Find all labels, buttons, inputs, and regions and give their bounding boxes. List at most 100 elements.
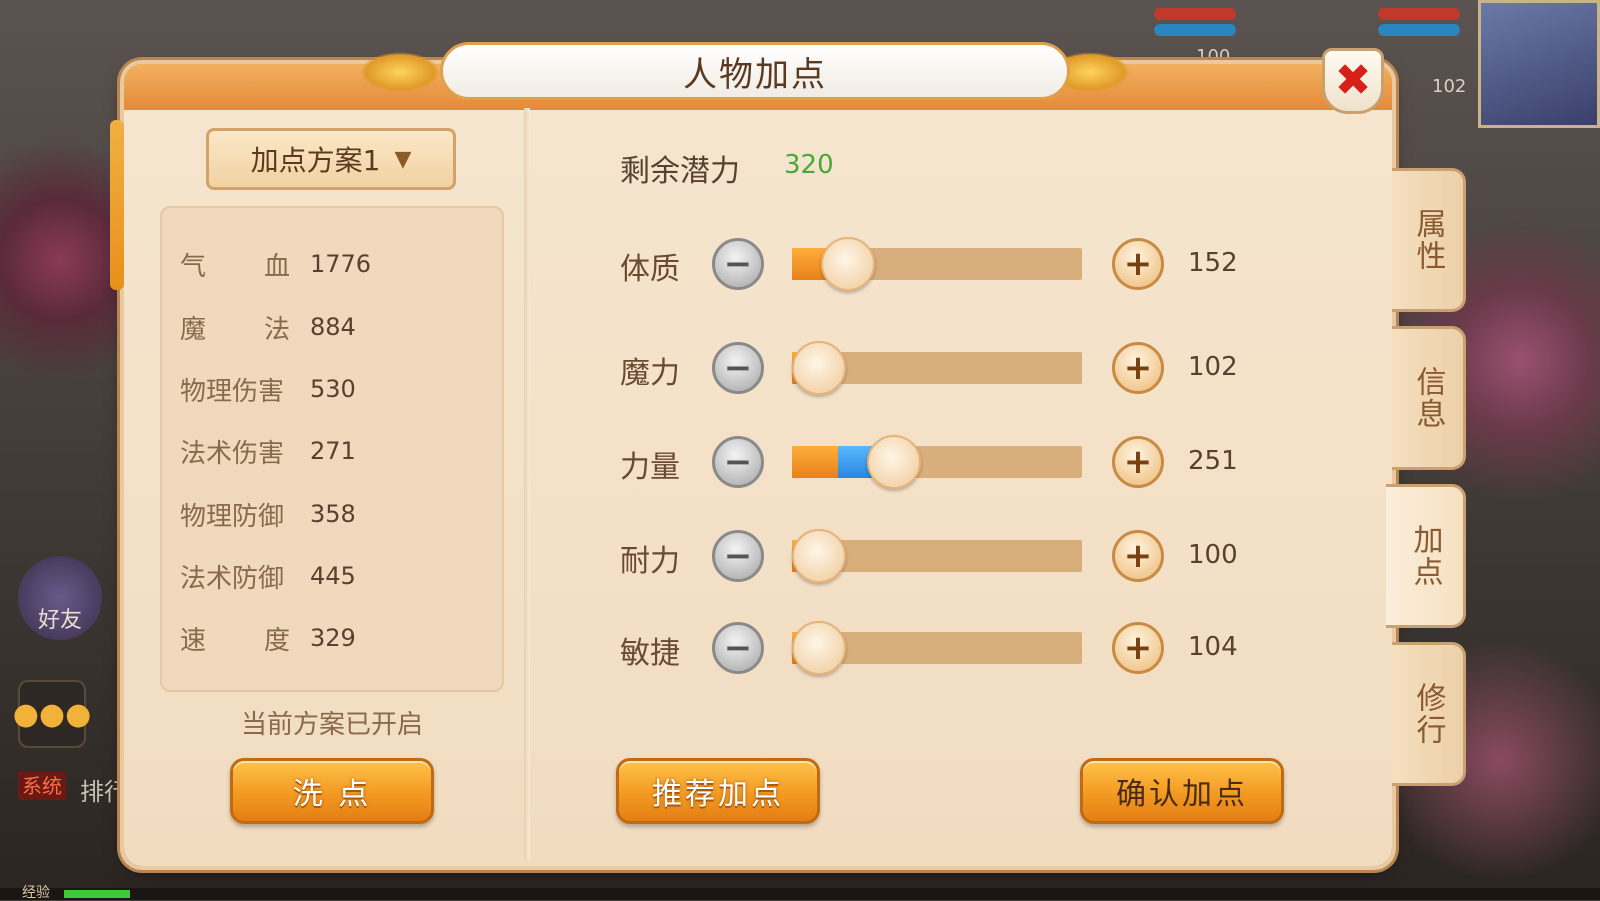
stat-value: 884 [310, 313, 356, 341]
stat-label: 气血 [180, 251, 290, 282]
slider-knob[interactable] [792, 341, 846, 395]
decrease-button[interactable]: − [712, 238, 764, 290]
increase-button[interactable]: + [1112, 530, 1164, 582]
stat-row-magic-defense: 法术防御 445 [180, 558, 356, 594]
decrease-button[interactable]: − [712, 530, 764, 582]
page-title: 人物加点 [683, 54, 827, 95]
decrease-button[interactable]: − [712, 342, 764, 394]
attribute-slider[interactable] [792, 529, 1082, 583]
stat-label: 法术伤害 [180, 438, 285, 469]
friends-button[interactable]: 好友 [18, 556, 102, 640]
tab-label: 属性 [1410, 208, 1446, 272]
decrease-button[interactable]: − [712, 436, 764, 488]
slider-knob[interactable] [792, 529, 846, 583]
tab-add-points[interactable]: 加点 [1386, 484, 1466, 628]
tab-label: 加点 [1407, 524, 1443, 588]
slider-fill-base [792, 446, 838, 478]
stat-row-mp: 魔法 884 [180, 309, 356, 345]
attribute-value: 102 [1188, 352, 1238, 382]
stat-label: 法术防御 [180, 563, 285, 594]
system-channel-tag: 系统 [18, 772, 66, 800]
attribute-label: 力量 [620, 450, 680, 485]
stat-label: 物理伤害 [180, 376, 285, 407]
confirm-points-label: 确认加点 [1116, 777, 1248, 812]
remaining-potential-value: 320 [784, 150, 834, 180]
attribute-slider[interactable] [792, 237, 1082, 291]
chat-button[interactable]: ●●● [13, 680, 91, 748]
chat-bubble-icon: ●●● [12, 696, 92, 732]
attribute-row-strength: 力量 − + 251 [620, 434, 1260, 494]
left-wing-ornament [360, 52, 440, 92]
plus-icon: + [1123, 244, 1153, 284]
mp-bar-left [1154, 24, 1236, 36]
experience-label: 经验 [22, 885, 50, 901]
panel-divider [524, 108, 530, 860]
stat-value: 329 [310, 624, 356, 652]
experience-bar [0, 888, 1600, 900]
stat-value: 358 [310, 500, 356, 528]
recommend-points-label: 推荐加点 [652, 777, 784, 812]
attribute-value: 104 [1188, 632, 1238, 662]
chevron-down-icon: ▼ [394, 146, 412, 172]
attribute-label: 体质 [620, 252, 680, 287]
stat-row-magic-damage: 法术伤害 271 [180, 433, 356, 469]
stat-label: 速度 [180, 625, 290, 656]
slider-knob[interactable] [867, 435, 921, 489]
plus-icon: + [1123, 628, 1153, 668]
mp-bar-right [1378, 24, 1460, 36]
slider-knob[interactable] [792, 621, 846, 675]
minus-icon: − [723, 244, 753, 284]
stat-value: 530 [310, 375, 356, 403]
decrease-button[interactable]: − [712, 622, 764, 674]
friends-label: 好友 [37, 608, 82, 633]
reset-points-label: 洗 点 [292, 777, 372, 812]
increase-button[interactable]: + [1112, 622, 1164, 674]
tassel-decoration [110, 120, 124, 290]
increase-button[interactable]: + [1112, 342, 1164, 394]
plan-dropdown[interactable]: 加点方案1 ▼ [206, 128, 456, 190]
stat-row-physical-defense: 物理防御 358 [180, 496, 356, 532]
recommend-points-button[interactable]: 推荐加点 [616, 758, 820, 824]
tab-label: 信息 [1410, 366, 1446, 430]
tab-info[interactable]: 信息 [1392, 326, 1466, 470]
attribute-value: 100 [1188, 540, 1238, 570]
attribute-row-agility: 敏捷 − + 104 [620, 620, 1260, 680]
close-button[interactable]: ✖ [1322, 48, 1384, 114]
attribute-value: 152 [1188, 248, 1238, 278]
minus-icon: − [723, 628, 753, 668]
minus-icon: − [723, 348, 753, 388]
minus-icon: − [723, 536, 753, 576]
attribute-slider[interactable] [792, 435, 1082, 489]
increase-button[interactable]: + [1112, 238, 1164, 290]
attribute-label: 敏捷 [620, 636, 680, 671]
confirm-points-button[interactable]: 确认加点 [1080, 758, 1284, 824]
title-plate: 人物加点 [440, 42, 1070, 100]
close-icon: ✖ [1334, 55, 1372, 106]
increase-button[interactable]: + [1112, 436, 1164, 488]
stat-label: 物理防御 [180, 501, 285, 532]
attribute-row-endurance: 耐力 − + 100 [620, 528, 1260, 588]
attribute-slider[interactable] [792, 621, 1082, 675]
stat-row-hp: 气血 1776 [180, 246, 371, 282]
tab-attributes[interactable]: 属性 [1392, 168, 1466, 312]
plus-icon: + [1123, 348, 1153, 388]
experience-fill [64, 890, 130, 898]
stat-label: 魔法 [180, 314, 290, 345]
plus-icon: + [1123, 442, 1153, 482]
minus-icon: − [723, 442, 753, 482]
attribute-row-magic: 魔力 − + 102 [620, 340, 1260, 400]
stat-value: 1776 [310, 250, 372, 278]
reset-points-button[interactable]: 洗 点 [230, 758, 434, 824]
plus-icon: + [1123, 536, 1153, 576]
hud-value-right: 102 [1432, 76, 1467, 97]
tab-label: 修行 [1410, 682, 1446, 746]
stat-value: 445 [310, 562, 356, 590]
attribute-value: 251 [1188, 446, 1238, 476]
slider-knob[interactable] [821, 237, 875, 291]
stat-value: 271 [310, 437, 356, 465]
attribute-label: 魔力 [620, 356, 680, 391]
system-message: 排行 [80, 778, 128, 806]
attribute-slider[interactable] [792, 341, 1082, 395]
player-avatar[interactable] [1478, 0, 1600, 128]
tab-cultivation[interactable]: 修行 [1392, 642, 1466, 786]
